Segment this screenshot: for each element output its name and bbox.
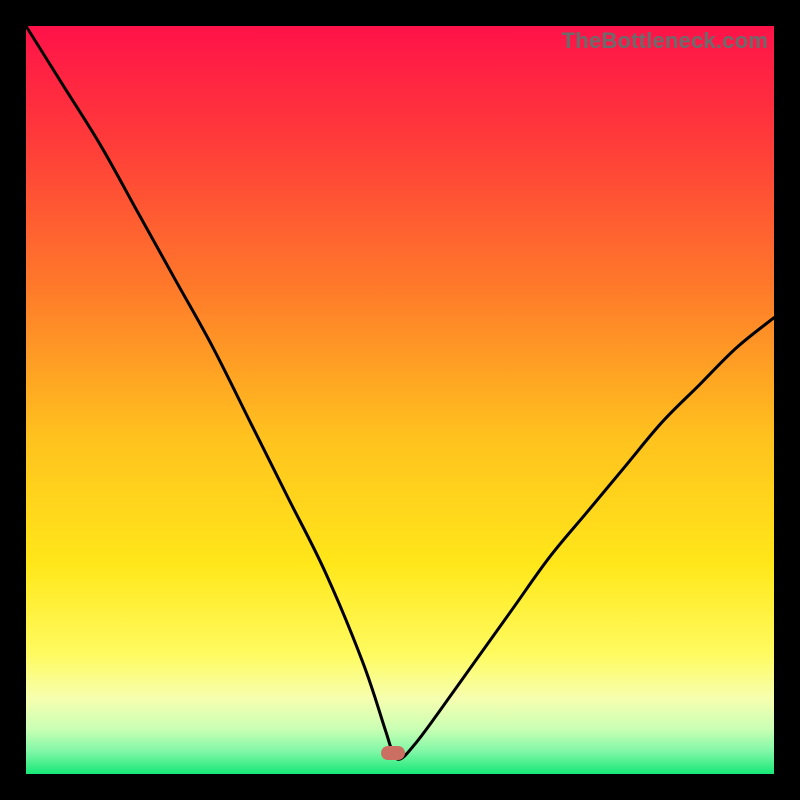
curve-path [26,26,774,759]
chart-stage: TheBottleneck.com [0,0,800,800]
optimum-marker [381,746,405,760]
watermark-label: TheBottleneck.com [562,28,768,54]
plot-area: TheBottleneck.com [26,26,774,774]
bottleneck-curve [26,26,774,774]
